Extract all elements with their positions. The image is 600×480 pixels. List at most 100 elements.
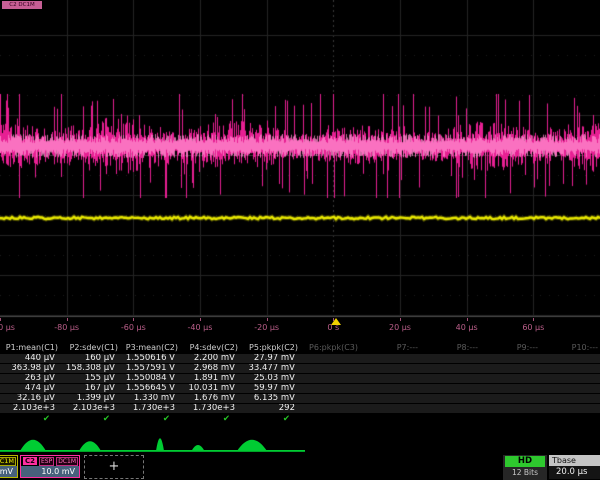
measurement-value — [480, 374, 540, 383]
hd-bits-label: 12 Bits — [503, 467, 547, 479]
measurement-status-check — [540, 414, 600, 424]
oscilloscope-screen: C2 DC1M -100 µs-80 µs-60 µs-40 µs-20 µs0… — [0, 0, 600, 480]
measurement-value: 2.103e+3 — [60, 404, 120, 413]
axis-tick — [467, 318, 468, 321]
axis-tick — [67, 318, 68, 321]
trace-label-badge: C2 DC1M — [2, 1, 42, 9]
channel-c2-descriptor[interactable]: C2 ESP DC1M 10.0 mV — [20, 455, 80, 478]
measurement-header-p3[interactable]: P3:mean(C2) — [120, 343, 180, 353]
measurement-table: P1:mean(C1)P2:sdev(C1)P3:mean(C2)P4:sdev… — [0, 343, 600, 424]
measurement-value — [360, 354, 420, 363]
measurement-value — [420, 394, 480, 403]
measurement-value — [540, 404, 600, 413]
measurement-value — [540, 364, 600, 373]
measurement-value: 10.031 mV — [180, 384, 240, 393]
measurement-value: 2.103e+3 — [0, 404, 60, 413]
measurement-header-p10[interactable]: P10:--- — [540, 343, 600, 353]
measurement-value: 1.399 µV — [60, 394, 120, 403]
measurement-header-p2[interactable]: P2:sdev(C1) — [60, 343, 120, 353]
measurement-value: 440 µV — [0, 354, 60, 363]
time-axis-label: 40 µs — [456, 323, 478, 332]
measurement-value: 158.308 µV — [60, 364, 120, 373]
measurement-value — [420, 374, 480, 383]
measurement-value: 1.730e+3 — [120, 404, 180, 413]
measurement-value — [300, 404, 360, 413]
measurement-value — [360, 394, 420, 403]
measurement-value — [540, 354, 600, 363]
measurement-value — [420, 354, 480, 363]
measurement-value: 167 µV — [60, 384, 120, 393]
measurement-status-check: ✔ — [240, 414, 300, 424]
measurement-value — [480, 354, 540, 363]
c2-esp-badge: ESP — [39, 457, 54, 466]
measurement-value: 25.03 mV — [240, 374, 300, 383]
time-axis-label: -60 µs — [121, 323, 146, 332]
measurement-header-p6[interactable]: P6:pkpk(C3) — [300, 343, 360, 353]
axis-tick — [133, 318, 134, 321]
measurement-value: 1.676 mV — [180, 394, 240, 403]
measurement-value: 59.97 mV — [240, 384, 300, 393]
measurement-header-p5[interactable]: P5:pkpk(C2) — [240, 343, 300, 353]
time-axis-label: -80 µs — [54, 323, 79, 332]
measurement-value: 33.477 mV — [240, 364, 300, 373]
measurement-header-p4[interactable]: P4:sdev(C2) — [180, 343, 240, 353]
measurement-value: 263 µV — [0, 374, 60, 383]
measurement-value — [480, 394, 540, 403]
measurement-value: 292 — [240, 404, 300, 413]
measurement-header-p7[interactable]: P7:--- — [360, 343, 420, 353]
trigger-position-marker[interactable] — [331, 318, 341, 325]
timebase-label: Tbase — [549, 455, 600, 466]
axis-tick — [200, 318, 201, 321]
measurement-status-check: ✔ — [180, 414, 240, 424]
time-axis-label: -100 µs — [0, 323, 15, 332]
measurement-value — [300, 394, 360, 403]
histicon-peak — [20, 440, 46, 451]
measurement-value — [480, 404, 540, 413]
measurement-header-p1[interactable]: P1:mean(C1) — [0, 343, 60, 353]
measurement-value — [420, 404, 480, 413]
timebase-descriptor[interactable]: Tbase 20.0 µs — [549, 455, 600, 480]
axis-tick — [400, 318, 401, 321]
measurement-value — [420, 364, 480, 373]
time-axis: -100 µs-80 µs-60 µs-40 µs-20 µs0 s20 µs4… — [0, 318, 600, 336]
measurement-value: 155 µV — [60, 374, 120, 383]
time-axis-label: -40 µs — [188, 323, 213, 332]
measurement-status-check — [300, 414, 360, 424]
c2-coupling-badge: DC1M — [56, 457, 78, 466]
measurement-value: 1.556645 V — [120, 384, 180, 393]
histicon-peak — [237, 440, 267, 451]
time-axis-label: 20 µs — [389, 323, 411, 332]
measurement-value: 1.550616 V — [120, 354, 180, 363]
histicon-peak — [156, 438, 164, 451]
measurement-value — [360, 364, 420, 373]
measurement-value: 2.200 mV — [180, 354, 240, 363]
measurement-value — [300, 354, 360, 363]
measurement-value: 6.135 mV — [240, 394, 300, 403]
measurement-status-check — [360, 414, 420, 424]
c2-volts-per-div: 10.0 mV — [21, 466, 79, 477]
histicon-peak — [79, 441, 101, 451]
measurement-value: 2.968 mV — [180, 364, 240, 373]
measurement-value: 1.557591 V — [120, 364, 180, 373]
c2-channel-tag: C2 — [23, 457, 37, 465]
measurement-value — [360, 384, 420, 393]
measurement-value — [540, 394, 600, 403]
measurement-status-check: ✔ — [0, 414, 60, 424]
measurement-header-p9[interactable]: P9:--- — [480, 343, 540, 353]
measurement-value — [360, 374, 420, 383]
hd-badge: HD — [505, 456, 545, 467]
measurement-value: 32.16 µV — [0, 394, 60, 403]
waveform-graticule[interactable] — [0, 0, 600, 318]
measurement-header-p8[interactable]: P8:--- — [420, 343, 480, 353]
c1-volts-per-div: 10.0 mV — [0, 466, 17, 477]
channel-c1-descriptor[interactable]: DC1M 10.0 mV — [0, 455, 18, 478]
measurement-value — [540, 374, 600, 383]
measurement-histicons[interactable] — [0, 432, 600, 454]
axis-tick — [267, 318, 268, 321]
add-trace-button[interactable]: + — [84, 455, 144, 479]
axis-tick — [0, 318, 1, 321]
histicon-peak — [192, 445, 205, 451]
hd-mode-panel[interactable]: HD 12 Bits — [503, 455, 547, 480]
measurement-value: 160 µV — [60, 354, 120, 363]
c1-coupling-badge: DC1M — [0, 457, 16, 466]
